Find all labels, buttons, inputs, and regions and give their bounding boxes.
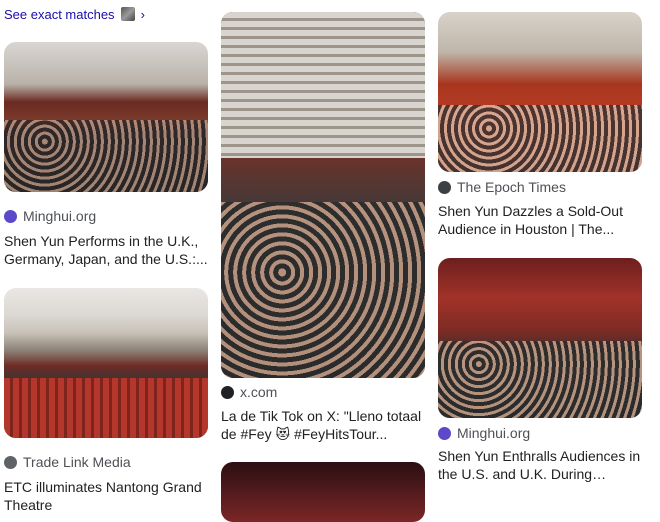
result-source: Trade Link Media: [4, 454, 131, 470]
globe-icon: [4, 455, 17, 469]
chevron-right-icon: ›: [140, 6, 145, 22]
result-source: Minghui.org: [438, 425, 530, 441]
result-title[interactable]: Shen Yun Enthralls Audiences in the U.S.…: [438, 447, 644, 483]
result-source: x.com: [221, 384, 277, 400]
result-source-name: The Epoch Times: [457, 179, 566, 195]
result-source: The Epoch Times: [438, 179, 566, 195]
result-image[interactable]: [4, 42, 208, 192]
result-source-name: Minghui.org: [23, 208, 97, 224]
result-title[interactable]: ETC illuminates Nantong Grand Theatre: [4, 478, 210, 514]
result-source-name: Minghui.org: [457, 425, 531, 441]
x-logo-icon: [221, 385, 234, 399]
see-exact-matches-label: See exact matches: [4, 6, 115, 22]
result-title[interactable]: Shen Yun Dazzles a Sold-Out Audience in …: [438, 202, 644, 238]
site-favicon-icon: [4, 209, 17, 223]
result-title[interactable]: La de Tik Tok on X: "Lleno totaal de #Fe…: [221, 407, 427, 443]
result-image[interactable]: [4, 288, 208, 438]
result-image[interactable]: [221, 12, 425, 378]
result-source: Minghui.org: [4, 208, 96, 224]
result-image[interactable]: [221, 462, 425, 522]
result-image[interactable]: [438, 12, 642, 172]
result-image[interactable]: [438, 258, 642, 418]
result-title[interactable]: Shen Yun Performs in the U.K., Germany, …: [4, 232, 210, 268]
result-source-name: x.com: [240, 384, 278, 400]
exact-match-thumbnail: [120, 7, 135, 21]
see-exact-matches-link[interactable]: See exact matches ›: [4, 4, 145, 24]
result-source-name: Trade Link Media: [23, 454, 131, 470]
site-favicon-icon: [438, 180, 451, 194]
site-favicon-icon: [438, 426, 451, 440]
